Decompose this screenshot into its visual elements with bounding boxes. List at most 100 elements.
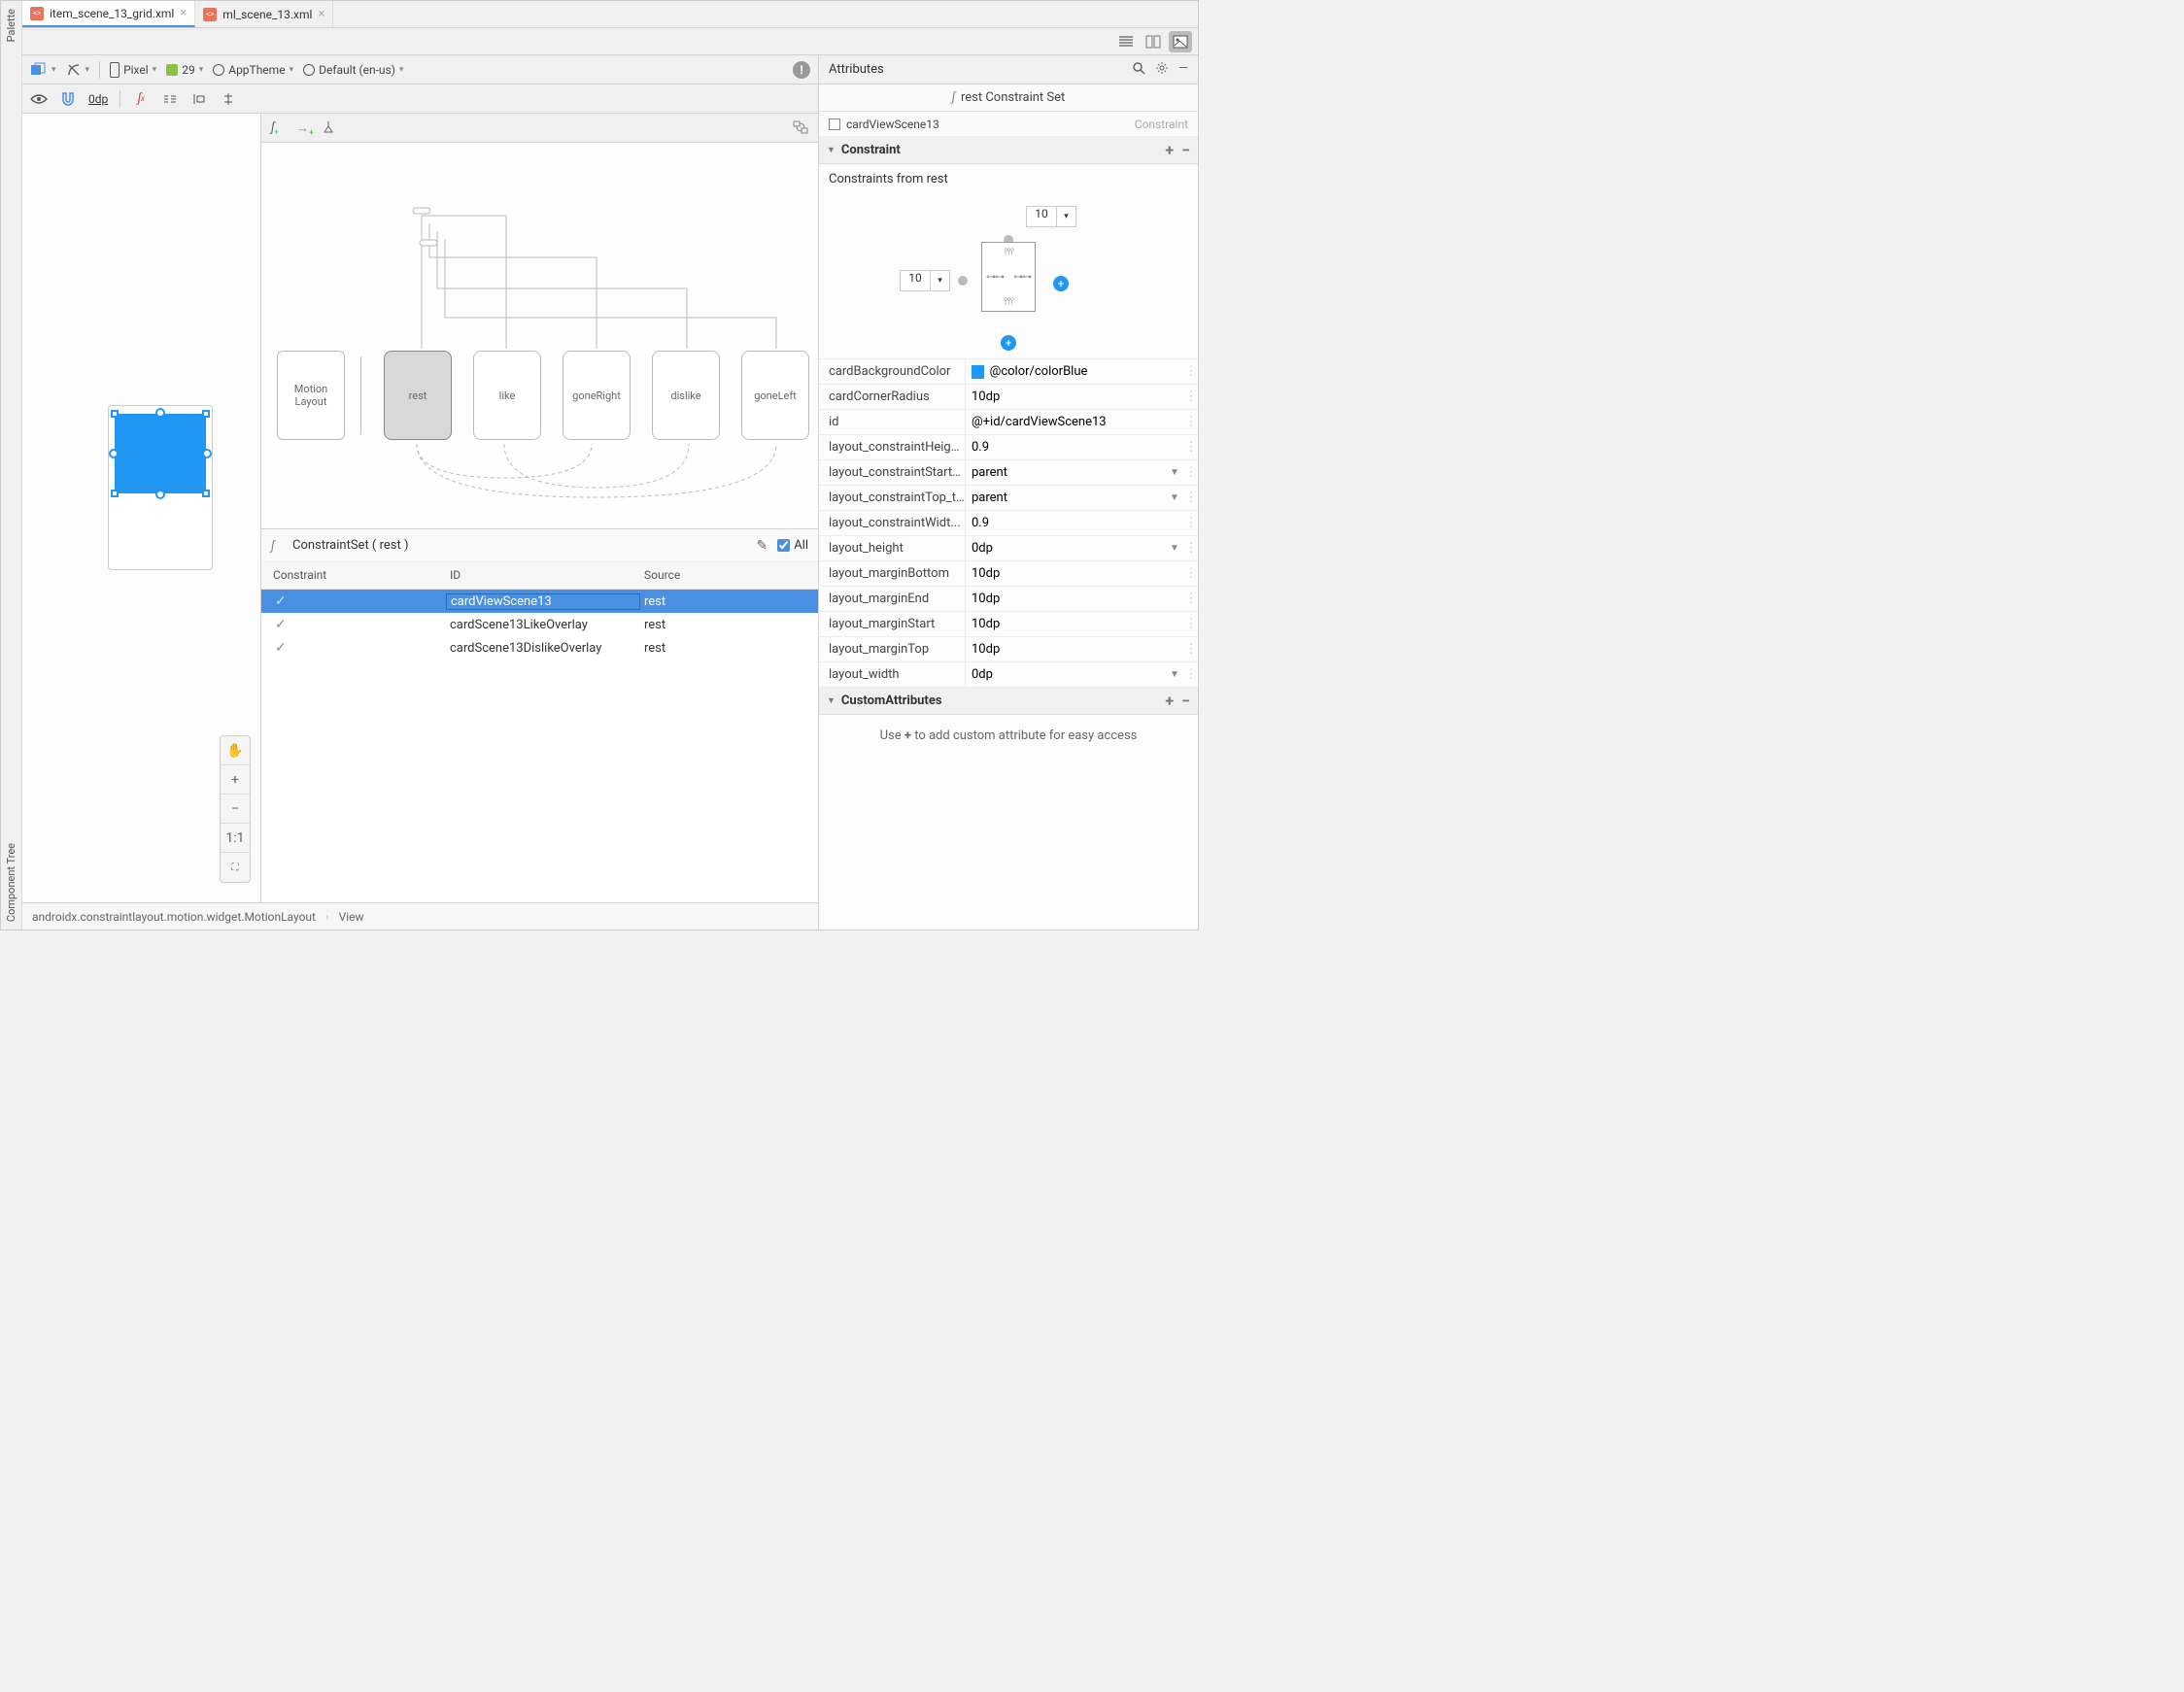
chevron-down-icon[interactable]: ▼ [1165,543,1184,554]
property-value-input[interactable] [972,617,1159,631]
state-dislike-node[interactable]: dislike [652,351,720,440]
state-goneleft-node[interactable]: goneLeft [741,351,809,440]
property-value[interactable] [965,561,1165,586]
add-icon[interactable]: + [1165,692,1174,710]
create-transition-icon[interactable]: →+ [296,120,312,136]
property-value-input[interactable] [972,566,1159,581]
constraint-section-header[interactable]: ▼ Constraint + − [819,137,1198,164]
resize-handle[interactable] [202,490,210,497]
resize-handle[interactable] [111,490,119,497]
resize-handle[interactable] [111,410,119,418]
property-value-input[interactable] [990,364,1159,379]
property-value[interactable] [965,359,1165,384]
orientation-icon[interactable]: ▾ [66,62,90,78]
constraint-row[interactable]: ✓cardScene13DislikeOverlayrest [261,636,818,660]
property-value-input[interactable] [972,389,1159,404]
search-icon[interactable] [1132,61,1145,79]
remove-icon[interactable]: − [1181,692,1190,710]
create-click-icon[interactable] [322,120,337,136]
constraint-row[interactable]: ✓cardViewScene13rest [261,590,818,613]
property-value[interactable] [965,612,1165,636]
breadcrumb-item[interactable]: androidx.constraintlayout.motion.widget.… [32,910,316,924]
property-value-input[interactable] [972,491,1159,505]
component-tree-tab[interactable]: Component Tree [5,839,17,926]
chevron-down-icon[interactable]: ▼ [1165,669,1184,680]
show-all-checkbox[interactable]: All [777,538,808,553]
property-value[interactable] [965,460,1165,485]
state-like-node[interactable]: like [473,351,541,440]
pan-icon[interactable]: ✋ [221,736,250,765]
property-value[interactable] [965,587,1165,611]
resize-handle[interactable] [202,410,210,418]
motion-graph[interactable]: Motion Layout rest like goneRight dislik… [261,143,818,528]
zoom-reset-icon[interactable]: 1:1 [221,824,250,853]
create-constraintset-icon[interactable]: ∫+ [271,120,287,136]
property-value-input[interactable] [972,541,1159,556]
breadcrumb-item[interactable]: View [339,910,364,924]
palette-tab[interactable]: Palette [5,5,17,46]
add-icon[interactable]: + [1165,141,1174,159]
chevron-down-icon[interactable]: ▼ [1165,467,1184,478]
guideline-icon[interactable] [220,90,237,108]
zoom-fit-icon[interactable]: ⛶ [221,853,250,882]
property-value-input[interactable] [972,465,1159,480]
locale-picker[interactable]: Default (en-us) ▾ [303,63,403,77]
property-value[interactable] [965,435,1165,459]
constraint-handle[interactable] [202,449,212,458]
tab-item-scene-13-grid[interactable]: <> item_scene_13_grid.xml × [22,1,195,27]
preview-pane[interactable]: ✋ + − 1:1 ⛶ [22,114,261,902]
property-value[interactable] [965,486,1165,510]
device-picker[interactable]: Pixel ▾ [110,62,156,78]
property-value-input[interactable] [972,440,1159,455]
margin-top-input[interactable]: 10 [1026,206,1057,227]
margin-top-chevron[interactable]: ▾ [1057,206,1076,227]
remove-icon[interactable]: − [1181,141,1190,159]
tab-ml-scene-13[interactable]: <> ml_scene_13.xml × [195,1,333,27]
clear-constraints-icon[interactable]: ∫x [132,90,150,108]
margin-left-chevron[interactable]: ▾ [931,270,950,291]
add-constraint-right-icon[interactable]: + [1053,276,1069,291]
api-picker[interactable]: 29 ▾ [166,63,203,77]
property-value[interactable] [965,536,1165,560]
gear-icon[interactable] [1155,61,1169,79]
property-value[interactable] [965,637,1165,661]
card-view-preview[interactable] [115,414,206,493]
custom-attributes-section-header[interactable]: ▼ CustomAttributes + − [819,688,1198,715]
property-value[interactable] [965,662,1165,687]
align-icon[interactable] [190,90,208,108]
property-value-input[interactable] [972,516,1159,530]
eye-icon[interactable] [30,90,48,108]
property-value[interactable] [965,410,1165,434]
zoom-in-icon[interactable]: + [221,765,250,795]
magnet-icon[interactable] [59,90,77,108]
warnings-icon[interactable]: ! [793,61,810,79]
code-view-icon[interactable] [1114,31,1138,52]
infer-constraints-icon[interactable] [161,90,179,108]
all-checkbox-input[interactable] [777,539,790,552]
constraint-handle[interactable] [109,449,119,458]
property-value-input[interactable] [972,592,1159,606]
theme-picker[interactable]: AppTheme ▾ [213,63,293,77]
split-view-icon[interactable] [1142,31,1165,52]
zoom-out-icon[interactable]: − [221,795,250,824]
property-value-input[interactable] [972,415,1159,429]
close-icon[interactable]: × [180,6,187,20]
constraint-widget[interactable]: 10 ▾ 10 ▾ ⫯⫯⫯ ⊶⊶ ⊶⊶ ⫯⫯⫯ + + [819,194,1198,359]
state-goneright-node[interactable]: goneRight [563,351,631,440]
state-rest-node[interactable]: rest [384,351,452,440]
close-icon[interactable]: × [318,7,324,21]
property-value[interactable] [965,385,1165,409]
chevron-down-icon[interactable]: ▼ [1165,492,1184,503]
property-value-input[interactable] [972,667,1159,682]
motion-layout-node[interactable]: Motion Layout [277,351,345,440]
design-view-icon[interactable] [1169,31,1192,52]
constraint-row[interactable]: ✓cardScene13LikeOverlayrest [261,613,818,636]
add-constraint-bottom-icon[interactable]: + [1001,335,1016,351]
surface-select-icon[interactable]: ▾ [30,62,56,78]
cycle-icon[interactable] [793,120,808,136]
edit-icon[interactable]: ✎ [756,538,768,554]
property-value[interactable] [965,511,1165,535]
constraint-handle[interactable] [155,408,165,418]
constraint-handle[interactable] [155,490,165,499]
property-value-input[interactable] [972,642,1159,657]
